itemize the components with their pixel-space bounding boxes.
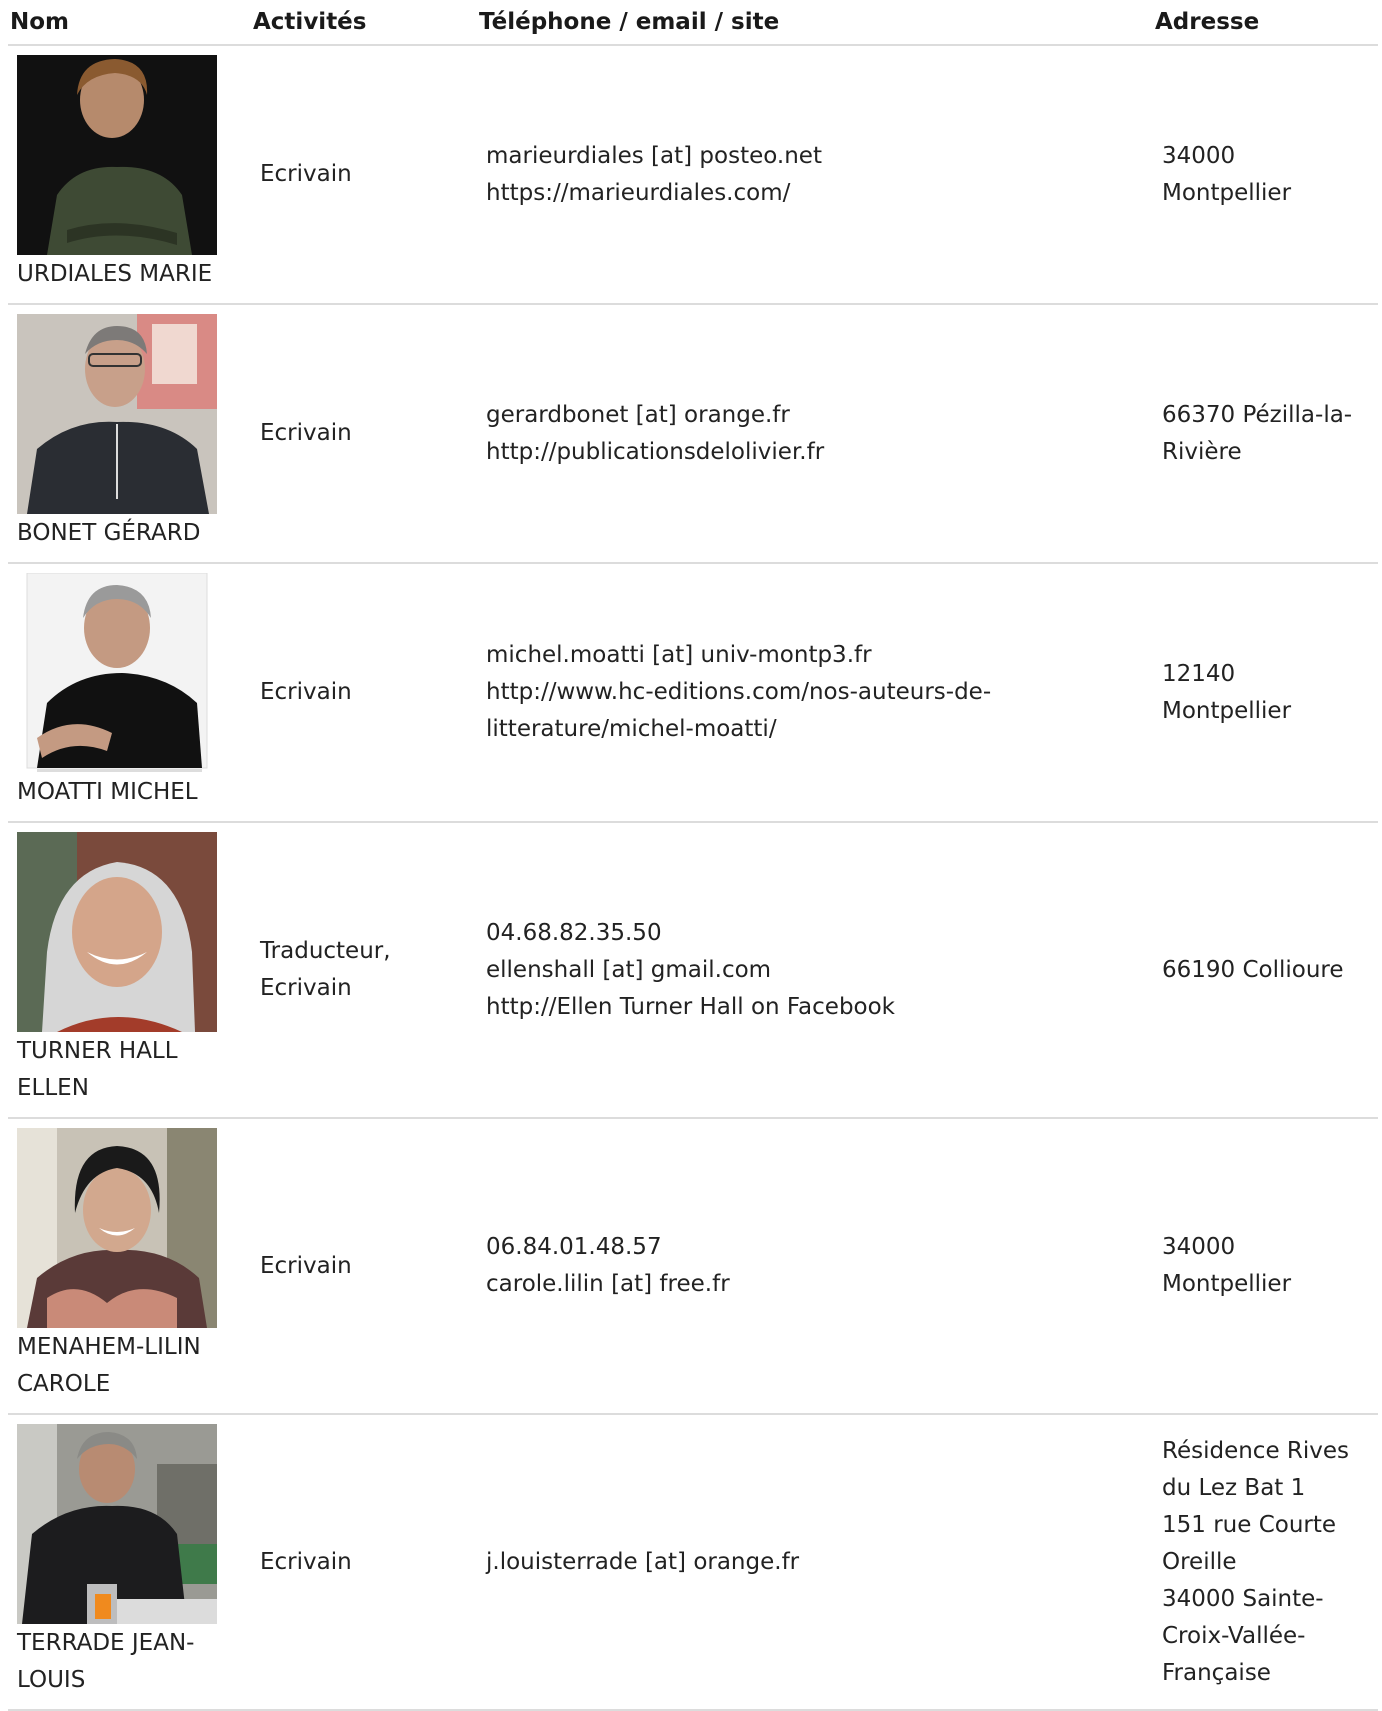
cell-address: 34000 Montpellier bbox=[1153, 45, 1378, 305]
address-line: Résidence Rives bbox=[1162, 1437, 1350, 1464]
address-line: 66190 Collioure bbox=[1162, 956, 1344, 983]
table-row: MENAHEM-LILIN CAROLE Ecrivain 06.84.01.4… bbox=[8, 1118, 1378, 1415]
table-row: MOATTI MICHEL Ecrivain michel.moatti [at… bbox=[8, 563, 1378, 823]
author-name: TURNER HALL ELLEN bbox=[17, 1038, 178, 1101]
address-line: 12140 bbox=[1162, 660, 1236, 687]
cell-contact: j.louisterrade [at] orange.fr bbox=[477, 1414, 1153, 1711]
cell-nom: MENAHEM-LILIN CAROLE bbox=[8, 1118, 251, 1415]
contact-email[interactable]: j.louisterrade [at] orange.fr bbox=[486, 1544, 1153, 1581]
contact-email[interactable]: marieurdiales [at] posteo.net bbox=[486, 138, 1153, 175]
address-line: 34000 bbox=[1162, 142, 1236, 169]
author-name: TERRADE JEAN-LOUIS bbox=[17, 1630, 195, 1693]
author-photo[interactable] bbox=[17, 573, 217, 773]
header-adresse[interactable]: Adresse bbox=[1153, 0, 1378, 46]
author-name: MENAHEM-LILIN CAROLE bbox=[17, 1334, 201, 1397]
author-name: BONET GÉRARD bbox=[17, 520, 201, 546]
address-line: Croix-Vallée- bbox=[1162, 1622, 1306, 1649]
cell-address: 34000 Montpellier bbox=[1153, 1118, 1378, 1415]
header-nom[interactable]: Nom bbox=[8, 0, 251, 46]
cell-address: 66190 Collioure bbox=[1153, 822, 1378, 1119]
author-photo[interactable] bbox=[17, 314, 217, 514]
contact-email[interactable]: ellenshall [at] gmail.com bbox=[486, 952, 1153, 989]
author-photo[interactable] bbox=[17, 1424, 217, 1624]
address-line: Montpellier bbox=[1162, 179, 1292, 206]
cell-activity: Ecrivain bbox=[251, 1118, 477, 1415]
address-line: Française bbox=[1162, 1659, 1271, 1686]
cell-nom: BONET GÉRARD bbox=[8, 304, 251, 564]
cell-nom: TURNER HALL ELLEN bbox=[8, 822, 251, 1119]
contact-website[interactable]: http://Ellen Turner Hall on Facebook bbox=[486, 989, 1153, 1026]
contact-website[interactable]: http://www.hc-editions.com/nos-auteurs-d… bbox=[486, 674, 1153, 711]
contact-website[interactable]: https://marieurdiales.com/ bbox=[486, 175, 1153, 212]
cell-activity: Ecrivain bbox=[251, 45, 477, 305]
contact-website[interactable]: litterature/michel-moatti/ bbox=[486, 711, 1153, 748]
table-row: TERRADE JEAN-LOUIS Ecrivain j.louisterra… bbox=[8, 1414, 1378, 1711]
cell-activity: Ecrivain bbox=[251, 1414, 477, 1711]
address-line: Rivière bbox=[1162, 438, 1242, 465]
address-line: Montpellier bbox=[1162, 697, 1292, 724]
cell-address: 12140 Montpellier bbox=[1153, 563, 1378, 823]
header-activites[interactable]: Activités bbox=[251, 0, 477, 46]
table-row: URDIALES MARIE Ecrivain marieurdiales [a… bbox=[8, 45, 1378, 305]
contact-email[interactable]: gerardbonet [at] orange.fr bbox=[486, 397, 1153, 434]
cell-activity: Traducteur, Ecrivain bbox=[251, 822, 477, 1119]
cell-address: Résidence Rives du Lez Bat 1 151 rue Cou… bbox=[1153, 1414, 1378, 1711]
address-line: 151 rue Courte bbox=[1162, 1511, 1337, 1538]
header-row: Nom Activités Téléphone / email / site A… bbox=[8, 0, 1378, 46]
address-line: Oreille bbox=[1162, 1548, 1237, 1575]
contact-email[interactable]: michel.moatti [at] univ-montp3.fr bbox=[486, 637, 1153, 674]
authors-table: Nom Activités Téléphone / email / site A… bbox=[8, 0, 1378, 1711]
address-line: 66370 Pézilla-la- bbox=[1162, 401, 1353, 428]
cell-address: 66370 Pézilla-la- Rivière bbox=[1153, 304, 1378, 564]
cell-activity: Ecrivain bbox=[251, 563, 477, 823]
cell-contact: 06.84.01.48.57 carole.lilin [at] free.fr bbox=[477, 1118, 1153, 1415]
address-line: 34000 Sainte- bbox=[1162, 1585, 1324, 1612]
cell-activity: Ecrivain bbox=[251, 304, 477, 564]
cell-nom: MOATTI MICHEL bbox=[8, 563, 251, 823]
author-name: MOATTI MICHEL bbox=[17, 779, 198, 805]
author-photo[interactable] bbox=[17, 1128, 217, 1328]
header-contact[interactable]: Téléphone / email / site bbox=[477, 0, 1153, 46]
table-row: TURNER HALL ELLEN Traducteur, Ecrivain 0… bbox=[8, 822, 1378, 1119]
cell-nom: TERRADE JEAN-LOUIS bbox=[8, 1414, 251, 1711]
contact-website[interactable]: http://publicationsdelolivier.fr bbox=[486, 434, 1153, 471]
address-line: du Lez Bat 1 bbox=[1162, 1474, 1306, 1501]
address-line: Montpellier bbox=[1162, 1271, 1292, 1297]
cell-nom: URDIALES MARIE bbox=[8, 45, 251, 305]
author-photo[interactable] bbox=[17, 55, 217, 255]
contact-phone[interactable]: 04.68.82.35.50 bbox=[486, 915, 1153, 952]
author-photo[interactable] bbox=[17, 832, 217, 1032]
address-line: 34000 bbox=[1162, 1234, 1236, 1260]
contact-phone[interactable]: 06.84.01.48.57 bbox=[486, 1229, 1153, 1266]
cell-contact: gerardbonet [at] orange.fr http://public… bbox=[477, 304, 1153, 564]
contact-email[interactable]: carole.lilin [at] free.fr bbox=[486, 1266, 1153, 1303]
cell-contact: michel.moatti [at] univ-montp3.fr http:/… bbox=[477, 563, 1153, 823]
table-row: BONET GÉRARD Ecrivain gerardbonet [at] o… bbox=[8, 304, 1378, 564]
author-name: URDIALES MARIE bbox=[17, 261, 213, 287]
cell-contact: 04.68.82.35.50 ellenshall [at] gmail.com… bbox=[477, 822, 1153, 1119]
cell-contact: marieurdiales [at] posteo.net https://ma… bbox=[477, 45, 1153, 305]
